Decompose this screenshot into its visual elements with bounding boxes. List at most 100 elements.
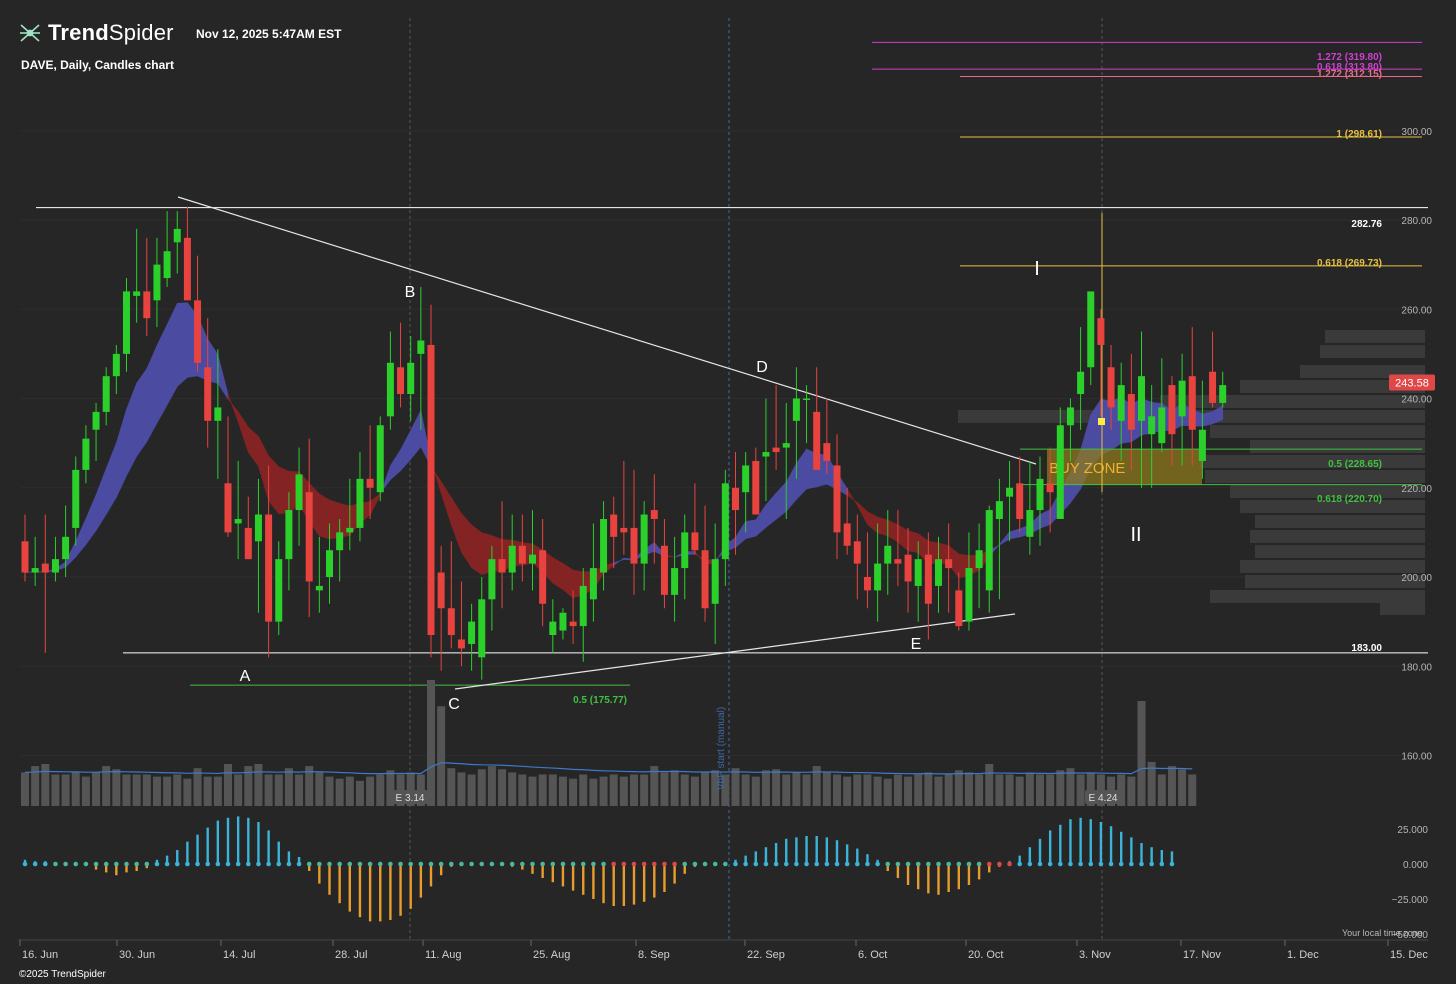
volume-bar: [1056, 770, 1065, 806]
volume-bar: [782, 774, 791, 806]
ma-cloud-segment: [146, 345, 158, 442]
macd-dot: [499, 861, 505, 867]
macd-dot: [804, 861, 809, 867]
volume-bar: [61, 774, 70, 806]
lower-trendline: [454, 613, 1016, 690]
volume-bar: [508, 772, 517, 806]
macd-dot: [1108, 861, 1114, 867]
macd-dot: [246, 861, 251, 867]
macd-dot: [570, 861, 576, 867]
upper-trendline: [177, 196, 1037, 465]
macd-dot: [530, 861, 535, 867]
volume-bar: [81, 776, 90, 806]
candle-body: [671, 568, 679, 595]
macd-dot: [956, 861, 962, 867]
date-tick-label: 1. Dec: [1287, 949, 1319, 961]
candle-body: [1087, 291, 1095, 368]
volume-bar: [619, 776, 628, 806]
volume-bar: [315, 772, 324, 806]
candle-body: [41, 563, 49, 573]
macd-dot: [1017, 861, 1022, 867]
volume-bar: [599, 776, 608, 806]
candle-body: [1036, 478, 1044, 511]
macd-dot: [520, 861, 525, 867]
candle-body: [823, 443, 831, 461]
price-chart[interactable]: BUY ZONE 1.272 (319.80)0.618 (313.80)1.2…: [0, 0, 1456, 984]
macd-dot: [347, 861, 353, 867]
macd-dot: [418, 861, 424, 867]
macd-dot: [865, 861, 870, 867]
volume-bar: [802, 774, 811, 806]
macd-dot: [195, 861, 200, 867]
candle-body: [234, 518, 242, 524]
macd-dot: [1058, 861, 1063, 867]
volume-bar: [477, 769, 486, 806]
candle-body: [1006, 487, 1014, 497]
volume-bar: [1025, 772, 1034, 806]
macd-dot: [1139, 861, 1144, 867]
ma-cloud-segment: [450, 496, 462, 553]
volume-bar: [41, 764, 50, 806]
macd-dot: [692, 861, 698, 867]
macd-dot: [306, 861, 312, 867]
macd-dot: [144, 861, 150, 867]
volume-bar: [51, 774, 60, 806]
date-tick-label: 16. Jun: [22, 949, 58, 961]
candle-body: [691, 532, 699, 551]
candle-body: [762, 452, 770, 457]
volume-bar: [1178, 769, 1187, 806]
candle-body: [833, 465, 841, 533]
ma-cloud-segment: [410, 410, 422, 461]
wave-label: E: [911, 636, 922, 653]
volume-bar: [152, 776, 161, 806]
volume-bar: [1076, 774, 1085, 806]
macd-dot: [174, 861, 180, 867]
ma-cloud-segment: [85, 494, 97, 546]
volume-profile-bar: [1200, 455, 1425, 468]
level-label: 1.272 (312.15): [1317, 69, 1382, 80]
candle-body: [376, 425, 384, 493]
volume-profile-bar: [1210, 590, 1425, 603]
candle-body: [853, 541, 861, 564]
macd-dot: [398, 861, 403, 867]
candle-body: [214, 407, 222, 421]
wave-label: A: [240, 668, 251, 685]
candle-body: [1016, 483, 1024, 519]
candle-body: [275, 559, 283, 622]
macd-dot: [1068, 861, 1073, 867]
volume-profile-bar: [1245, 575, 1425, 588]
macd-dot: [489, 861, 495, 867]
candle-body: [559, 612, 567, 631]
volume-bar: [995, 774, 1004, 806]
volume-bar: [224, 764, 232, 806]
volume-profile-bar: [1320, 345, 1425, 358]
volume-bar: [904, 776, 913, 806]
macd-dot: [428, 861, 434, 867]
macd-dot: [388, 861, 393, 867]
candle-body: [701, 550, 709, 609]
volume-bar: [731, 768, 740, 806]
price-tick-label: 300.00: [1401, 127, 1432, 138]
price-tick-label: 220.00: [1401, 484, 1432, 495]
volume-bar: [284, 768, 293, 806]
vbp-start-label: VbP start (manual): [716, 707, 727, 790]
volume-bar: [853, 774, 862, 806]
candle-body: [1188, 376, 1196, 430]
macd-dot: [286, 861, 292, 867]
ma-cloud-segment: [400, 430, 412, 472]
candle-body: [447, 608, 455, 636]
candle-body: [194, 300, 202, 363]
candle-body: [863, 577, 871, 591]
ma-cloud-segment: [237, 410, 249, 453]
macd-dot: [1078, 861, 1083, 867]
candle-body: [732, 487, 739, 511]
volume-profile-bar: [1380, 602, 1425, 615]
macd-dot: [459, 861, 464, 867]
wave-label: D: [756, 359, 768, 376]
macd-dot: [763, 861, 769, 867]
candle-body: [1219, 385, 1227, 403]
candle-body: [1209, 371, 1217, 403]
level-label: 282.76: [1351, 219, 1382, 230]
macd-dot: [601, 861, 606, 867]
macd-dot: [783, 861, 789, 867]
